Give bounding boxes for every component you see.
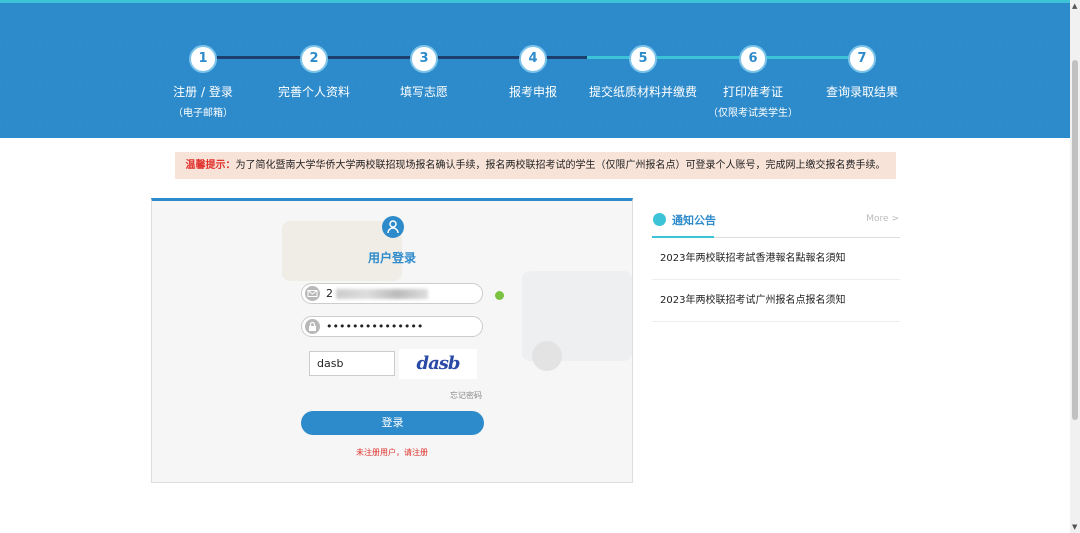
scrollbar-thumb[interactable] xyxy=(1072,60,1078,420)
more-link[interactable]: More > xyxy=(866,214,899,224)
step-sublabel: （电子邮箱） xyxy=(173,108,233,119)
login-title: 用户登录 xyxy=(367,251,416,265)
warm-tip-prefix: 温馨提示： xyxy=(185,160,236,171)
step-number: 1 xyxy=(189,45,217,73)
announcement-item[interactable]: 2023年两校联招考試香港報名點報名須知 xyxy=(652,238,900,280)
step-number: 4 xyxy=(519,45,547,73)
speech-bubble-icon xyxy=(653,213,666,226)
step-number: 3 xyxy=(410,45,438,73)
email-value: 2 xyxy=(326,287,333,300)
announcement-panel: 通知公告 More > 2023年两校联招考試香港報名點報名須知 2023年两校… xyxy=(652,205,900,322)
lock-icon xyxy=(305,319,320,334)
announcement-header: 通知公告 More > xyxy=(652,205,900,238)
register-link[interactable]: 未注册用户，请注册 xyxy=(152,447,632,458)
forgot-password-link[interactable]: 忘记密码 xyxy=(450,390,482,401)
password-field[interactable]: ••••••••••••••• xyxy=(301,316,483,337)
email-icon xyxy=(305,286,320,301)
warm-tip-text: 为了简化暨南大学华侨大学两校联招现场报名确认手续，报名两校联招考试的学生（仅限广… xyxy=(235,160,886,171)
announcement-item[interactable]: 2023年两校联招考试广州报名点报名须知 xyxy=(652,280,900,322)
step-7: 7 查询录取结果 xyxy=(792,45,932,100)
step-number: 2 xyxy=(300,45,328,73)
login-button[interactable]: 登录 xyxy=(301,411,484,435)
captcha-image[interactable]: dasb xyxy=(399,349,477,379)
step-number: 7 xyxy=(848,45,876,73)
announcement-title: 通知公告 xyxy=(672,214,716,227)
step-number: 5 xyxy=(629,45,657,73)
background-decor xyxy=(532,341,562,371)
step-sublabel: （仅限考试类学生） xyxy=(708,108,798,119)
user-icon xyxy=(382,216,404,238)
scroll-down-arrow-icon[interactable]: ▼ xyxy=(1072,523,1077,531)
scrollbar[interactable]: ▲ ▼ xyxy=(1070,0,1080,533)
warm-tip-bar: 温馨提示：为了简化暨南大学华侨大学两校联招现场报名确认手续，报名两校联招考试的学… xyxy=(175,152,896,179)
captcha-input[interactable]: dasb xyxy=(309,351,395,376)
progress-banner: 1 注册 / 登录 （电子邮箱） 2 完善个人资料 3 填写志愿 4 报考申报 … xyxy=(0,3,1070,138)
redacted-email xyxy=(336,289,428,299)
email-field[interactable]: 2 xyxy=(301,283,483,304)
step-label: 查询录取结果 xyxy=(825,85,898,99)
scroll-up-arrow-icon[interactable]: ▲ xyxy=(1072,2,1077,10)
login-panel: 用户登录 2 ••••••••••••••• dasb dasb 忘记密码 登录… xyxy=(151,198,633,483)
title-underline xyxy=(652,236,714,238)
step-number: 6 xyxy=(739,45,767,73)
check-icon xyxy=(495,291,504,300)
password-value: ••••••••••••••• xyxy=(326,320,424,333)
